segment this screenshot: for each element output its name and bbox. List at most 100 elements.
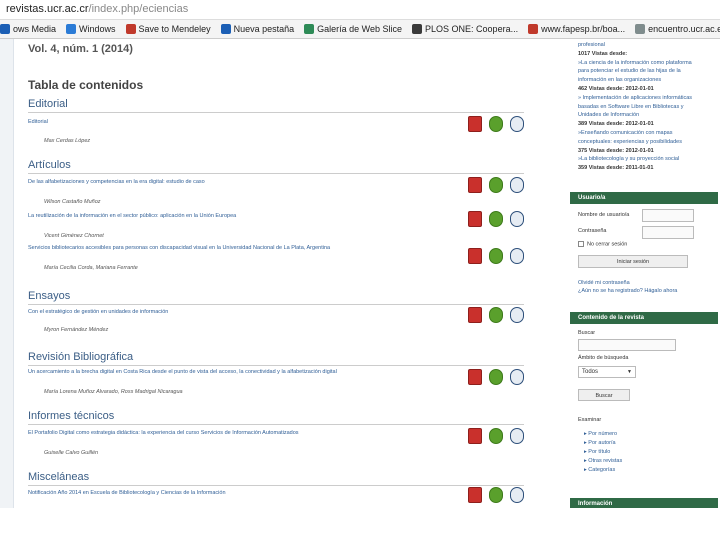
username-input[interactable]	[642, 209, 694, 222]
section-heading: Editorial	[28, 98, 68, 110]
search-button[interactable]: Buscar	[578, 389, 630, 401]
bookmark-icon	[66, 24, 77, 34]
bookmark-label: PLOS ONE: Coopera...	[425, 24, 519, 34]
popular-article-link[interactable]: »La bibliotecología y su proyección soci…	[578, 156, 679, 162]
browse-label: Examinar	[578, 417, 602, 423]
journal-block-heading: Contenido de la revista	[570, 312, 718, 324]
galley-links	[468, 177, 531, 193]
pdf-icon[interactable]	[468, 248, 482, 264]
bookmark-item[interactable]: ows Media	[0, 24, 56, 34]
article-title-link[interactable]: La reutilización de la información en el…	[28, 212, 378, 220]
popular-article-link[interactable]: basadas en Software Libre en Bibliotecas…	[578, 104, 683, 110]
password-input[interactable]	[642, 226, 694, 239]
section-divider	[28, 304, 524, 305]
epub-icon[interactable]	[489, 487, 503, 503]
section-divider	[28, 173, 524, 174]
html-icon[interactable]	[510, 369, 524, 385]
article-title-link[interactable]: Con el estratégico de gestión en unidade…	[28, 308, 378, 316]
toc-title: Tabla de contenidos	[28, 78, 144, 92]
bookmark-label: www.fapesp.br/boa...	[541, 24, 626, 34]
popular-article-link[interactable]: para potenciar el estudio de las hijas d…	[578, 68, 681, 74]
article-title-link[interactable]: De las alfabetizaciones y competencias e…	[28, 178, 378, 186]
browse-link[interactable]: ▸ Categorías	[584, 467, 615, 473]
galley-links	[468, 116, 531, 132]
browse-link[interactable]: ▸ Por título	[584, 449, 610, 455]
popular-article-link[interactable]: conceptuales: experiencias y posibilidad…	[578, 139, 682, 145]
html-icon[interactable]	[510, 211, 524, 227]
forgot-password-link[interactable]: Olvidé mi contraseña	[578, 280, 630, 286]
bookmark-item[interactable]: PLOS ONE: Coopera...	[412, 24, 518, 34]
pdf-icon[interactable]	[468, 487, 482, 503]
popular-article-link[interactable]: Unidades de Información	[578, 112, 639, 118]
galley-links	[468, 487, 531, 503]
popular-article-link[interactable]: » Implementación de aplicaciones informá…	[578, 95, 692, 101]
issue-volume: Vol. 4, núm. 1 (2014)	[28, 43, 133, 55]
html-icon[interactable]	[510, 307, 524, 323]
article-title-link[interactable]: Notificación Año 2014 en Escuela de Bibl…	[28, 489, 378, 497]
search-input[interactable]	[578, 339, 676, 351]
remember-checkbox[interactable]	[578, 241, 584, 247]
pdf-icon[interactable]	[468, 369, 482, 385]
article-title-link[interactable]: Un acercamiento a la brecha digital en C…	[28, 368, 378, 376]
pdf-icon[interactable]	[468, 116, 482, 132]
galley-links	[468, 211, 531, 227]
browse-link[interactable]: ▸ Por número	[584, 431, 617, 437]
epub-icon[interactable]	[489, 248, 503, 264]
article-title-link[interactable]: Servicios bibliotecarios accesibles para…	[28, 244, 378, 252]
bookmark-item[interactable]: Nueva pestaña	[220, 24, 294, 34]
username-label: Nombre de usuario/a	[578, 212, 630, 218]
bookmark-icon	[528, 24, 539, 34]
bookmark-item[interactable]: Save to Mendeley	[125, 24, 211, 34]
bookmark-icon	[220, 24, 231, 34]
remember-row: No cerrar sesión	[578, 241, 627, 247]
bookmark-item[interactable]: www.fapesp.br/boa...	[528, 24, 625, 34]
article-authors: Guiselle Calvo Guillén	[44, 450, 99, 456]
remember-label: No cerrar sesión	[587, 241, 628, 248]
bookmark-icon	[125, 24, 136, 34]
galley-links	[468, 369, 531, 385]
epub-icon[interactable]	[489, 211, 503, 227]
url-path: /index.php/eciencias	[88, 3, 189, 15]
html-icon[interactable]	[510, 116, 524, 132]
epub-icon[interactable]	[489, 369, 503, 385]
epub-icon[interactable]	[489, 116, 503, 132]
pdf-icon[interactable]	[468, 428, 482, 444]
bookmark-item[interactable]: Galería de Web Slice	[304, 24, 402, 34]
section-divider	[28, 424, 524, 425]
article-title-link[interactable]: El Portafolio Digital como estrategia di…	[28, 429, 378, 437]
pdf-icon[interactable]	[468, 177, 482, 193]
epub-icon[interactable]	[489, 177, 503, 193]
section-heading: Misceláneas	[28, 471, 90, 483]
pdf-icon[interactable]	[468, 307, 482, 323]
html-icon[interactable]	[510, 487, 524, 503]
sidebar: profesional 1017 Vistas desde: »La ciencia…	[570, 40, 720, 508]
browser-window: revistas.ucr.ac.cr/index.php/eciencias o…	[0, 0, 720, 508]
popular-article-link[interactable]: información en las organizaciones	[578, 77, 661, 83]
bookmark-item[interactable]: Windows	[66, 24, 116, 34]
popular-article-link[interactable]: profesional	[578, 42, 605, 48]
browse-link[interactable]: ▸ Otras revistas	[584, 458, 622, 464]
popular-article-link[interactable]: »La ciencia de la información como plata…	[578, 60, 692, 66]
epub-icon[interactable]	[489, 307, 503, 323]
html-icon[interactable]	[510, 177, 524, 193]
scope-select[interactable]: Todos ▼	[578, 366, 636, 378]
browse-link-label: Por título	[588, 449, 611, 455]
galley-links	[468, 307, 531, 323]
browse-link[interactable]: ▸ Por autor/a	[584, 440, 616, 446]
bookmark-label: Windows	[79, 24, 116, 34]
login-button[interactable]: Iniciar sesión	[578, 255, 688, 268]
html-icon[interactable]	[510, 428, 524, 444]
article-title-link[interactable]: Editorial	[28, 118, 378, 126]
popular-views-count: 462 Vistas desde: 2012-01-01	[578, 86, 654, 92]
html-icon[interactable]	[510, 248, 524, 264]
register-link[interactable]: ¿Aún no se ha registrado? Hágalo ahora	[578, 288, 677, 294]
epub-icon[interactable]	[489, 428, 503, 444]
article-authors: María Cecilia Corda, Mariana Ferrante	[44, 265, 138, 271]
section-heading: Ensayos	[28, 290, 71, 302]
address-bar[interactable]: revistas.ucr.ac.cr/index.php/eciencias	[0, 0, 720, 20]
pdf-icon[interactable]	[468, 211, 482, 227]
bookmark-item[interactable]: encuentro.ucr.ac.ed...	[635, 24, 720, 34]
popular-article-link[interactable]: »Enseñando comunicación con mapas	[578, 130, 672, 136]
bookmark-label: Galería de Web Slice	[317, 24, 403, 34]
bookmark-icon	[0, 24, 10, 34]
